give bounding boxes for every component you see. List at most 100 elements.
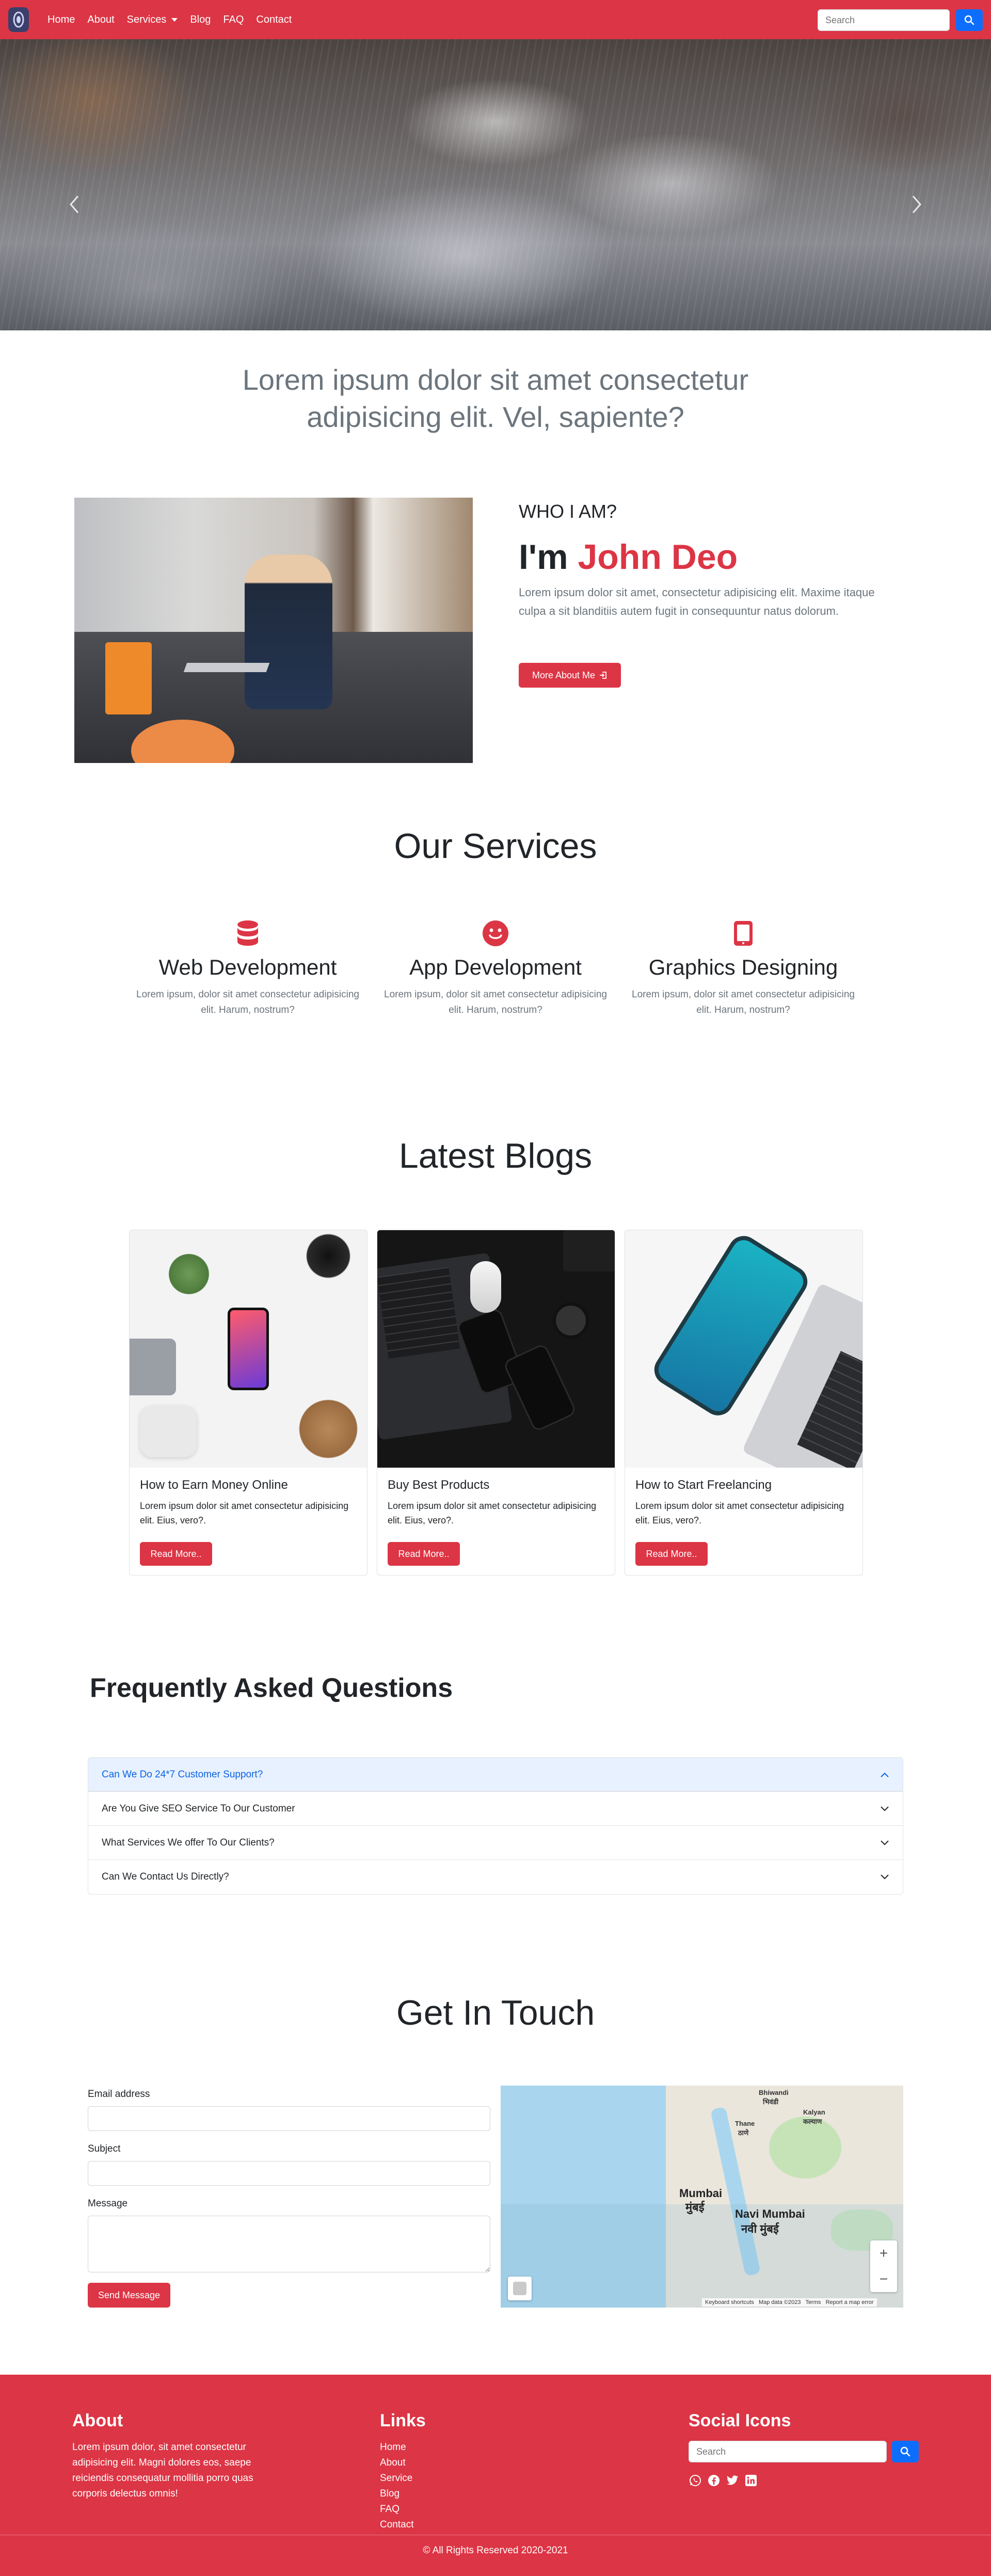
navbar: Home About Services Blog FAQ Contact <box>0 0 991 39</box>
hero-carousel <box>0 39 991 330</box>
nav-home[interactable]: Home <box>41 14 81 26</box>
database-icon <box>233 919 262 948</box>
whatsapp-icon[interactable] <box>689 2474 702 2487</box>
more-about-me-button[interactable]: More About Me <box>519 663 621 688</box>
about-photo-table <box>105 642 152 714</box>
faq-question: Can We Do 24*7 Customer Support? <box>102 1769 263 1780</box>
blog-title: How to Start Freelancing <box>635 1478 772 1492</box>
map-label: मुंबई <box>685 2201 705 2214</box>
footer-link-faq[interactable]: FAQ <box>380 2502 413 2517</box>
blog-card: How to Start Freelancing Lorem ipsum dol… <box>625 1230 863 1576</box>
footer-link-service[interactable]: Service <box>380 2471 413 2486</box>
subject-label: Subject <box>88 2143 121 2154</box>
nav-blog[interactable]: Blog <box>184 14 217 26</box>
subject-field[interactable] <box>88 2161 490 2186</box>
about-photo-laptop <box>183 663 270 672</box>
footer-about-title: About <box>72 2411 123 2430</box>
nav-services-dropdown[interactable]: Services <box>121 14 184 26</box>
about-text: Lorem ipsum dolor sit amet, consectetur … <box>519 586 875 617</box>
chevron-down-icon <box>881 1806 889 1811</box>
footer-links-title: Links <box>380 2411 426 2430</box>
google-map[interactable]: Bhiwandi भिवंडी Kalyan कल्याण Thane ठाणे… <box>501 2086 903 2308</box>
hero-waterfall-image <box>0 39 991 330</box>
message-field[interactable] <box>88 2216 490 2272</box>
blog-card: How to Earn Money Online Lorem ipsum dol… <box>129 1230 367 1576</box>
footer-search-button[interactable] <box>892 2441 919 2462</box>
search-icon <box>900 2446 910 2457</box>
map-keyboard-shortcuts[interactable]: Keyboard shortcuts <box>705 2299 754 2305</box>
blog-image-dark-gadgets <box>377 1230 615 1468</box>
nav-services-label: Services <box>126 13 167 25</box>
service-app-development: App Development Lorem ipsum, dolor sit a… <box>372 919 619 1018</box>
send-message-button[interactable]: Send Message <box>88 2283 170 2308</box>
copyright-text: © All Rights Reserved 2020-2021 <box>423 2545 568 2556</box>
footer-link-blog[interactable]: Blog <box>380 2486 413 2502</box>
smiley-icon <box>481 919 510 948</box>
map-label: Kalyan <box>803 2108 825 2116</box>
map-label: Navi Mumbai <box>735 2207 805 2220</box>
more-about-me-label: More About Me <box>532 670 596 680</box>
map-report-error[interactable]: Report a map error <box>826 2299 874 2305</box>
service-title: Web Development <box>158 955 337 979</box>
about-intro: I'm <box>519 537 568 577</box>
read-more-button[interactable]: Read More.. <box>140 1542 212 1566</box>
nav-search-button[interactable] <box>956 9 983 31</box>
pegman-icon[interactable] <box>508 2277 532 2300</box>
blog-text: Lorem ipsum dolor sit amet consectetur a… <box>388 1501 597 1525</box>
nav-faq[interactable]: FAQ <box>217 14 250 26</box>
footer-link-home[interactable]: Home <box>380 2440 413 2455</box>
social-icons <box>689 2474 758 2487</box>
tagline: Lorem ipsum dolor sit amet consectetur a… <box>242 363 749 433</box>
email-label: Email address <box>88 2089 150 2100</box>
service-text: Lorem ipsum, dolor sit amet consectetur … <box>632 989 855 1015</box>
about-photo <box>74 498 473 763</box>
about-who-heading: WHO I AM? <box>519 501 617 522</box>
service-title: Graphics Designing <box>648 955 838 979</box>
read-more-button[interactable]: Read More.. <box>635 1542 708 1566</box>
blog-title: How to Earn Money Online <box>140 1478 288 1492</box>
message-label: Message <box>88 2198 128 2209</box>
footer-link-contact[interactable]: Contact <box>380 2517 413 2533</box>
faq-accordion: Can We Do 24*7 Customer Support? Are You… <box>88 1757 903 1895</box>
map-zoom-out-button[interactable]: − <box>870 2266 897 2292</box>
map-label: Thane <box>735 2120 755 2127</box>
service-title: App Development <box>409 955 582 979</box>
nav-about[interactable]: About <box>81 14 120 26</box>
facebook-icon[interactable] <box>707 2474 721 2487</box>
chevron-up-icon <box>881 1772 889 1777</box>
map-attribution: Keyboard shortcuts Map data ©2023 Terms … <box>702 2298 877 2307</box>
about-name: John Deo <box>578 537 738 577</box>
email-field[interactable] <box>88 2106 490 2131</box>
map-zoom-in-button[interactable]: + <box>870 2240 897 2266</box>
nav-contact[interactable]: Contact <box>250 14 298 26</box>
carousel-next-button[interactable] <box>906 189 927 220</box>
faq-title: Frequently Asked Questions <box>90 1673 453 1703</box>
service-text: Lorem ipsum, dolor sit amet consectetur … <box>384 989 607 1015</box>
faq-item[interactable]: Can We Contact Us Directly? <box>88 1860 903 1894</box>
about-photo-person <box>245 554 332 709</box>
chevron-left-icon <box>70 196 79 213</box>
nav-search-input[interactable] <box>818 9 950 31</box>
faq-item[interactable]: Are You Give SEO Service To Our Customer <box>88 1792 903 1826</box>
linkedin-icon[interactable] <box>744 2474 758 2487</box>
footer-link-about[interactable]: About <box>380 2455 413 2471</box>
faq-item[interactable]: Can We Do 24*7 Customer Support? <box>88 1758 903 1792</box>
map-label: भिवंडी <box>763 2098 779 2106</box>
map-overlay <box>501 2204 903 2308</box>
nav-links: Home About Services Blog FAQ Contact <box>41 14 298 26</box>
faq-item[interactable]: What Services We offer To Our Clients? <box>88 1826 903 1860</box>
brand-logo[interactable] <box>8 7 29 32</box>
map-label: ठाणे <box>738 2129 749 2137</box>
blog-card: Buy Best Products Lorem ipsum dolor sit … <box>377 1230 615 1576</box>
read-more-button[interactable]: Read More.. <box>388 1542 460 1566</box>
chevron-down-icon <box>881 1874 889 1880</box>
caret-down-icon <box>171 18 178 22</box>
footer-search-input[interactable] <box>689 2441 887 2462</box>
carousel-prev-button[interactable] <box>64 189 85 220</box>
chevron-right-icon <box>912 196 921 213</box>
twitter-icon[interactable] <box>726 2474 739 2487</box>
map-label: नवी मुंबई <box>741 2222 779 2235</box>
map-data: Map data ©2023 <box>758 2299 801 2305</box>
blog-text: Lorem ipsum dolor sit amet consectetur a… <box>635 1501 844 1525</box>
map-terms[interactable]: Terms <box>805 2299 821 2305</box>
